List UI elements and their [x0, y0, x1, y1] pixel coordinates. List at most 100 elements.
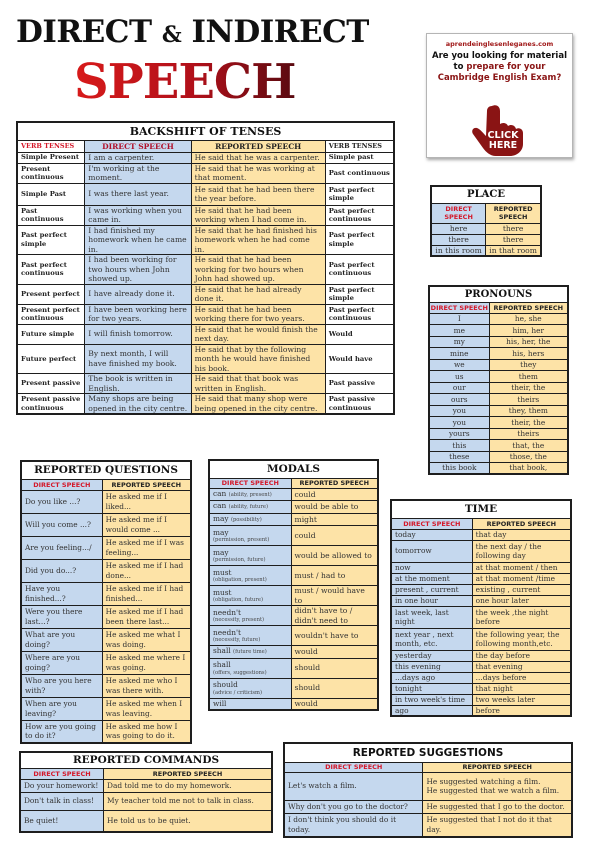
- table-row: Did you do...? He asked me if I had done.…: [20, 558, 192, 583]
- table-row: must (obligation, present) must / had to: [208, 565, 379, 586]
- verb-tense-cell: Past perfect continuous: [16, 254, 86, 285]
- table-row: What are you doing? He asked me what I wa…: [20, 627, 192, 652]
- modal-verb: can: [213, 501, 227, 510]
- direct-speech-cell: this book: [428, 462, 490, 475]
- direct-speech-cell: today: [390, 528, 473, 541]
- direct-speech-cell: I have already done it.: [84, 283, 192, 305]
- verb-tense-cell: Present passive continuous: [16, 393, 86, 415]
- new-verb-tense-cell: Past perfect continuous: [324, 303, 395, 325]
- ad-line-2-a: to: [453, 62, 467, 72]
- direct-speech-cell: When are you leaving?: [20, 696, 103, 721]
- direct-speech-cell: in two week's time: [390, 693, 473, 706]
- place-header-reported: REPORTED SPEECH: [485, 202, 542, 224]
- verb-tense-cell: Future perfect: [16, 343, 86, 374]
- direct-speech-cell: Did you do...?: [20, 558, 103, 583]
- table-row: ...days ago ...days before: [390, 671, 572, 684]
- direct-speech-cell: I am a carpenter.: [84, 151, 192, 164]
- table-row: needn't (necessity, present) didn't have t…: [208, 605, 379, 626]
- direct-speech-cell: Were you there last...?: [20, 604, 103, 629]
- reported-speech-cell: theirs: [488, 427, 569, 440]
- reported-speech-cell: at that moment /time: [471, 572, 572, 585]
- table-row: tomorrow the next day / the following day: [390, 539, 572, 563]
- new-verb-tense-cell: Past perfect continuous: [324, 254, 395, 285]
- suggestions-header-direct: DIRECT SPEECH: [283, 761, 424, 773]
- direct-speech-cell: may (permission, present): [208, 525, 292, 546]
- reported-speech-cell: He asked me if I was feeling...: [101, 535, 192, 560]
- table-row: Will you come ...? He asked me if I would…: [20, 512, 192, 537]
- table-row: Present passive The book is written in En…: [16, 373, 395, 394]
- modal-usage-note: (advice / criticism): [213, 689, 263, 696]
- questions-header-direct: DIRECT SPEECH: [20, 478, 103, 491]
- direct-speech-cell: I had been working for two hours when Jo…: [84, 254, 192, 285]
- reported-speech-cell: Dad told me to do my homework.: [103, 778, 273, 793]
- reported-speech-cell: He said that he had finished his homewor…: [190, 224, 326, 255]
- verb-tense-cell: Present continuous: [16, 162, 86, 184]
- direct-speech-cell: this: [428, 439, 490, 452]
- direct-speech-cell: in one hour: [390, 594, 473, 607]
- table-row: this that, the: [428, 439, 569, 452]
- commands-title: REPORTED COMMANDS: [19, 751, 273, 769]
- modals-title: MODALS: [208, 459, 379, 479]
- reported-speech-cell: He asked me what I was doing.: [101, 627, 192, 652]
- reported-speech-cell: must / would have to: [290, 585, 379, 606]
- direct-speech-cell: Do you like ...?: [20, 489, 103, 514]
- direct-speech-cell: ours: [428, 393, 490, 406]
- reported-commands-table: REPORTED COMMANDS DIRECT SPEECH REPORTED…: [19, 751, 273, 833]
- reported-speech-cell: He said that by the following month he w…: [190, 343, 326, 374]
- table-row: you their, the: [428, 416, 569, 429]
- place-table: PLACE DIRECT SPEECH REPORTED SPEECH here…: [430, 185, 542, 257]
- reported-speech-cell: must / had to: [290, 565, 379, 586]
- time-table: TIME DIRECT SPEECH REPORTED SPEECH today…: [390, 499, 572, 717]
- modal-verb: shall: [213, 646, 231, 655]
- time-header-reported: REPORTED SPEECH: [471, 517, 572, 530]
- table-row: mine his, hers: [428, 347, 569, 360]
- commands-header-reported: REPORTED SPEECH: [103, 767, 273, 780]
- ad-line-2: to prepare for your: [427, 62, 572, 73]
- direct-speech-cell: I was there last year.: [84, 182, 192, 206]
- reported-speech-cell: He asked me how I was going to do it.: [101, 719, 192, 744]
- table-row: Simple Past I was there last year. He said…: [16, 182, 395, 206]
- table-row: Past perfect continuous I had been workin…: [16, 254, 395, 285]
- table-row: Simple Present I am a carpenter. He said t…: [16, 151, 395, 164]
- cambridge-exam-ad-banner[interactable]: aprendeinglesenleganes.com Are you looki…: [426, 33, 573, 158]
- backshift-of-tenses-table: BACKSHIFT OF TENSES VERB TENSES DIRECT S…: [16, 121, 395, 415]
- new-verb-tense-cell: Past continuous: [324, 162, 395, 184]
- table-row: Future simple I will finish tomorrow. He s…: [16, 323, 395, 345]
- ad-site-url[interactable]: aprendeinglesenleganes.com: [427, 40, 572, 48]
- reported-speech-cell: He suggested watching a film. He suggeste…: [422, 771, 573, 801]
- reported-speech-cell: He said that many shop were being opened…: [190, 393, 326, 415]
- table-row: in one hour one hour later: [390, 594, 572, 607]
- modal-verb: shall: [213, 660, 231, 670]
- click-here-button[interactable]: CLICK HERE: [483, 131, 523, 151]
- modals-header-reported: REPORTED SPEECH: [290, 477, 379, 489]
- reported-speech-cell: their, the: [488, 416, 569, 429]
- table-row: may (permission, future) would be allowed …: [208, 545, 379, 566]
- reported-speech-cell: He suggested that I go to the doctor.: [422, 799, 573, 814]
- place-header-direct: DIRECT SPEECH: [430, 202, 487, 224]
- new-verb-tense-cell: Past perfect simple: [324, 182, 395, 206]
- direct-speech-cell: needn't (necessity, present): [208, 605, 292, 626]
- table-row: can (ability, present) could: [208, 487, 379, 501]
- questions-header-reported: REPORTED SPEECH: [101, 478, 192, 491]
- table-row: ago before: [390, 704, 572, 717]
- direct-speech-cell: By next month, I will have finished my b…: [84, 343, 192, 374]
- modal-usage-note: (offers, suggestions): [213, 669, 267, 676]
- pronouns-header-direct: DIRECT SPEECH: [428, 301, 490, 314]
- reported-speech-cell: the day before: [471, 649, 572, 662]
- table-row: Past perfect simple I had finished my hom…: [16, 224, 395, 255]
- reported-speech-cell: ...days before: [471, 671, 572, 684]
- reported-line: He suggested watching a film.: [426, 776, 541, 786]
- reported-speech-cell: would: [290, 697, 379, 711]
- reported-speech-cell: He said that he was a carpenter.: [190, 151, 326, 164]
- table-row: I don't think you should do it today. He …: [283, 812, 573, 838]
- modal-usage-note: (obligation, present): [213, 577, 267, 584]
- new-verb-tense-cell: Past perfect simple: [324, 224, 395, 255]
- direct-speech-cell: these: [428, 450, 490, 463]
- direct-speech-cell: I: [428, 312, 490, 325]
- table-row: our their, the: [428, 381, 569, 394]
- direct-speech-cell: I don't think you should do it today.: [283, 812, 424, 838]
- table-row: my his, her, the: [428, 335, 569, 348]
- modal-usage-note: (permission, future): [213, 557, 266, 564]
- modal-verb: may: [213, 547, 229, 557]
- table-row: Have you finished...? He asked me if I ha…: [20, 581, 192, 606]
